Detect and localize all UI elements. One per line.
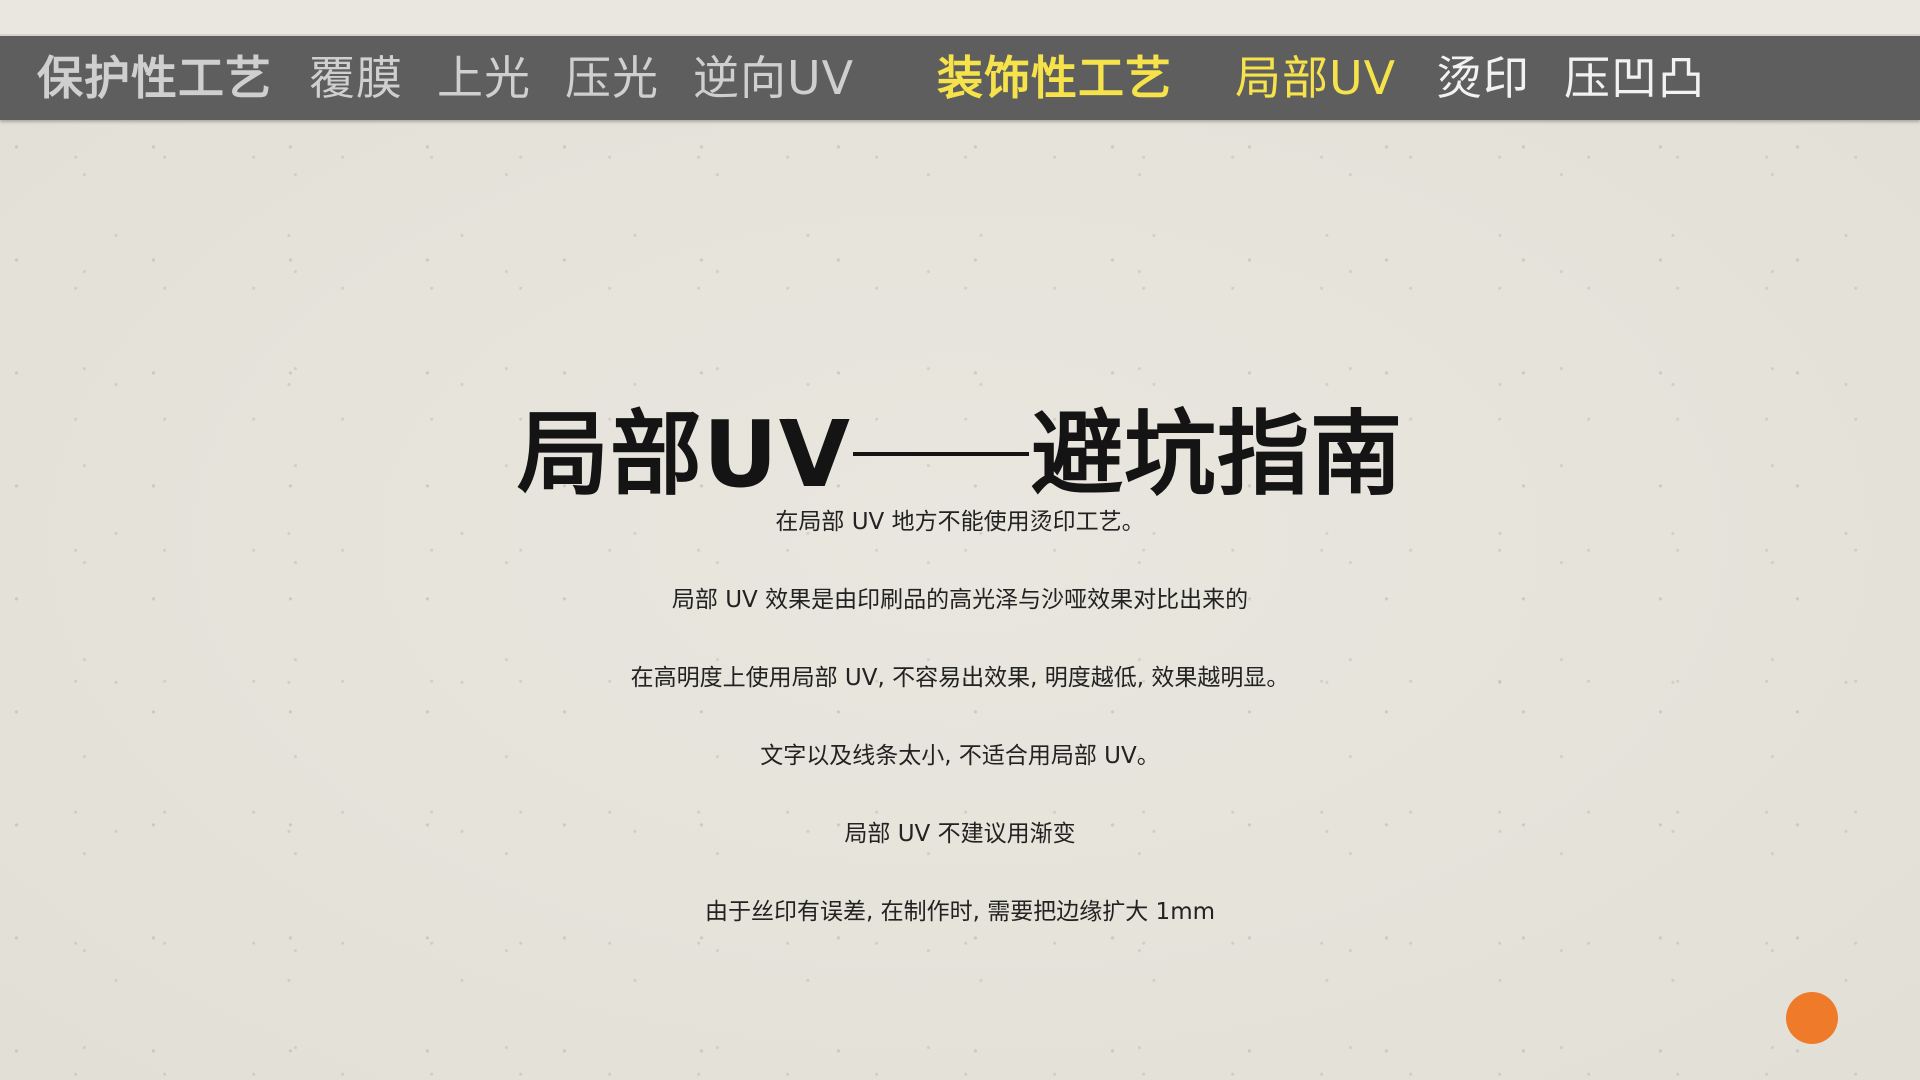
nav-hot-stamp[interactable]: 烫印 [1436,36,1530,120]
tip-item: 由于丝印有误差, 在制作时, 需要把边缘扩大 1mm [705,899,1215,925]
nav-emboss[interactable]: 压凹凸 [1564,36,1705,120]
tip-item: 在高明度上使用局部 UV, 不容易出效果, 明度越低, 效果越明显。 [630,665,1290,691]
tips-list: 在局部 UV 地方不能使用烫印工艺。 局部 UV 效果是由印刷品的高光泽与沙哑效… [0,502,1920,970]
nav-protective-heading[interactable]: 保护性工艺 [37,36,272,120]
title-right: 避坑指南 [1030,400,1403,508]
craft-navbar: 保护性工艺 覆膜 上光 压光 逆向UV 装饰性工艺 局部UV 烫印 压凹凸 [0,36,1920,120]
page-title: 局部UV 避坑指南 [0,380,1920,513]
nav-lamination[interactable]: 覆膜 [309,36,403,120]
nav-gloss[interactable]: 上光 [437,36,531,120]
tip-item: 局部 UV 效果是由印刷品的高光泽与沙哑效果对比出来的 [671,587,1249,613]
tip-item: 在局部 UV 地方不能使用烫印工艺。 [775,509,1145,535]
floating-action-button[interactable] [1786,992,1838,1044]
nav-reverse-uv[interactable]: 逆向UV [693,36,854,120]
title-dash-divider [852,452,1029,457]
nav-decorative-heading[interactable]: 装饰性工艺 [937,36,1172,120]
nav-spot-uv[interactable]: 局部UV [1235,36,1396,120]
top-strip [0,0,1920,36]
title-left: 局部UV [517,400,851,508]
tip-item: 文字以及线条太小, 不适合用局部 UV。 [760,743,1160,769]
nav-calender[interactable]: 压光 [565,36,659,120]
tip-item: 局部 UV 不建议用渐变 [844,821,1076,847]
